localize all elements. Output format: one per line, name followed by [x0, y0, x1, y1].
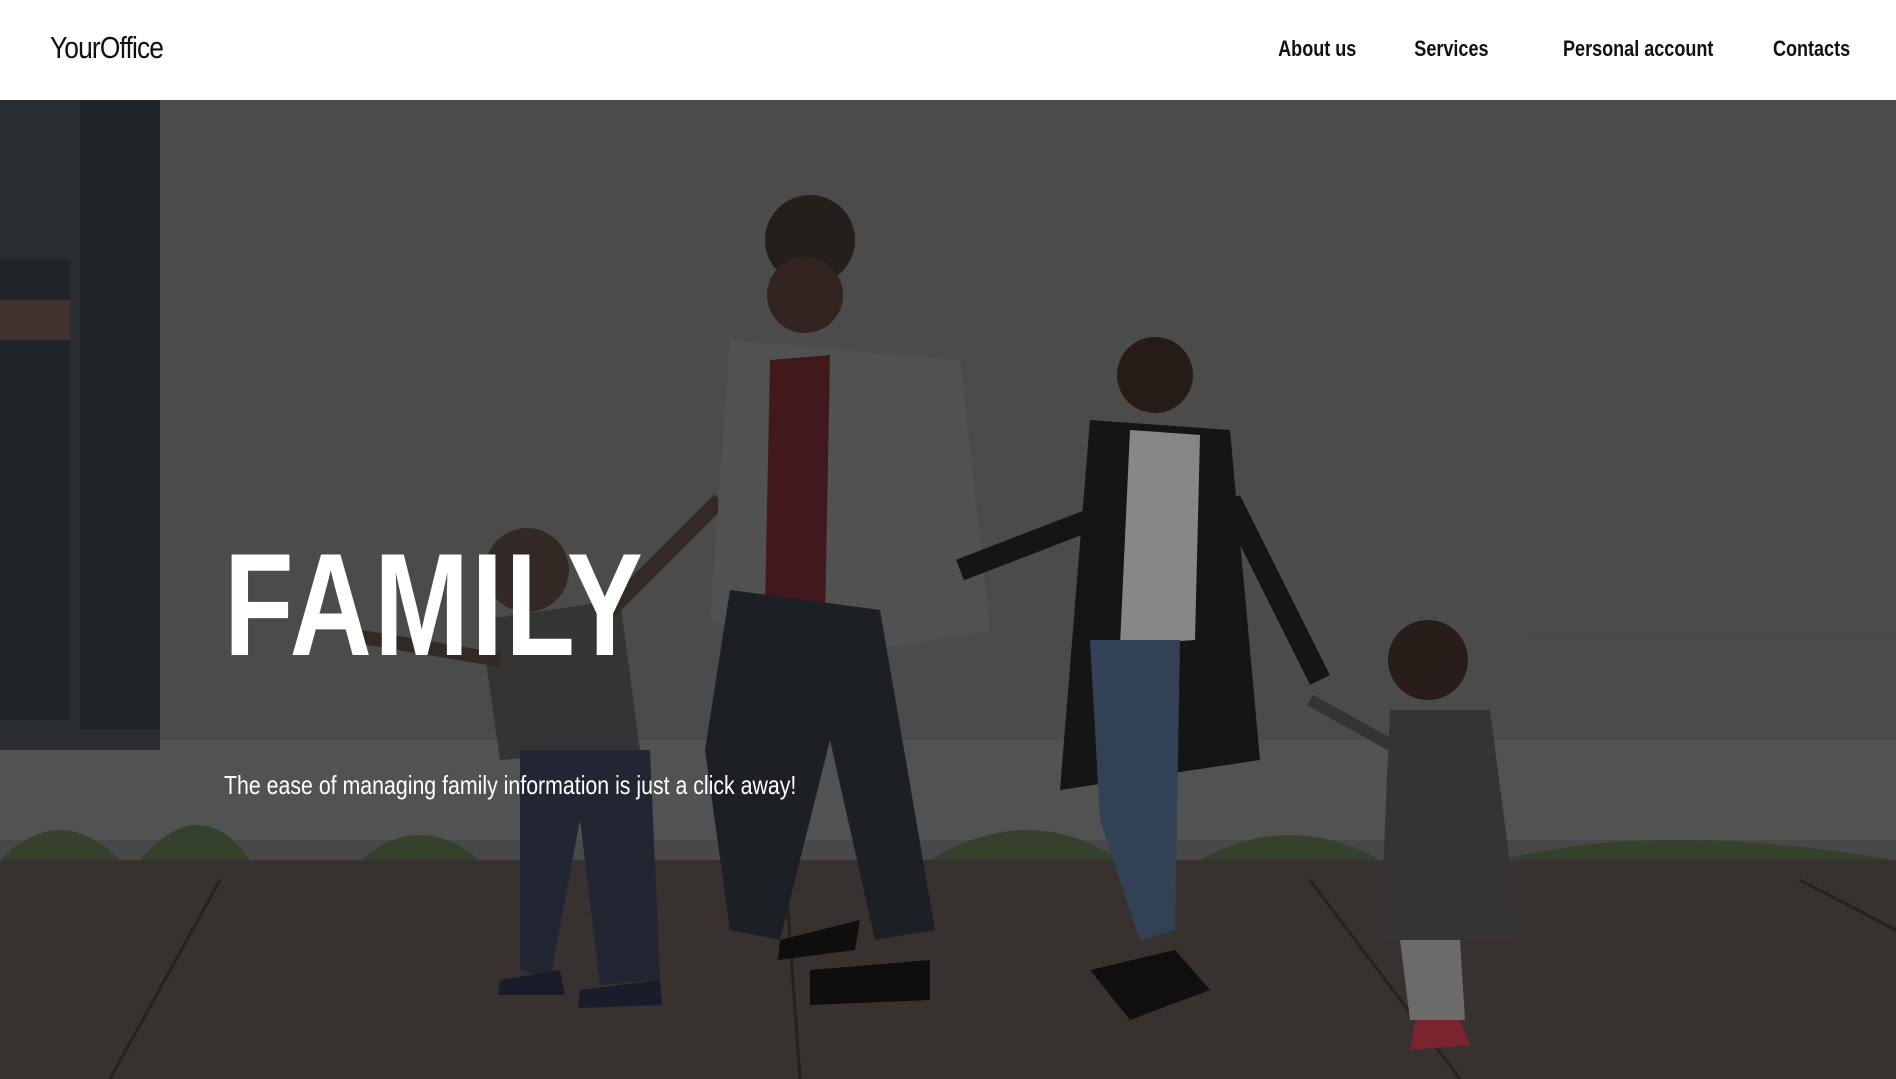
- nav-services[interactable]: Services: [1414, 36, 1488, 62]
- nav-contacts[interactable]: Contacts: [1773, 36, 1850, 62]
- hero-section: FAMILY The ease of managing family infor…: [0, 100, 1896, 1079]
- nav-about-us[interactable]: About us: [1278, 36, 1356, 62]
- main-nav: About us Services Personal account Conta…: [1261, 36, 1850, 62]
- hero-title: FAMILY: [224, 523, 646, 686]
- logo[interactable]: YourOffice: [50, 30, 164, 66]
- nav-personal-account[interactable]: Personal account: [1563, 36, 1713, 62]
- hero-subtitle: The ease of managing family information …: [224, 770, 797, 800]
- site-header: YourOffice About us Services Personal ac…: [0, 0, 1896, 100]
